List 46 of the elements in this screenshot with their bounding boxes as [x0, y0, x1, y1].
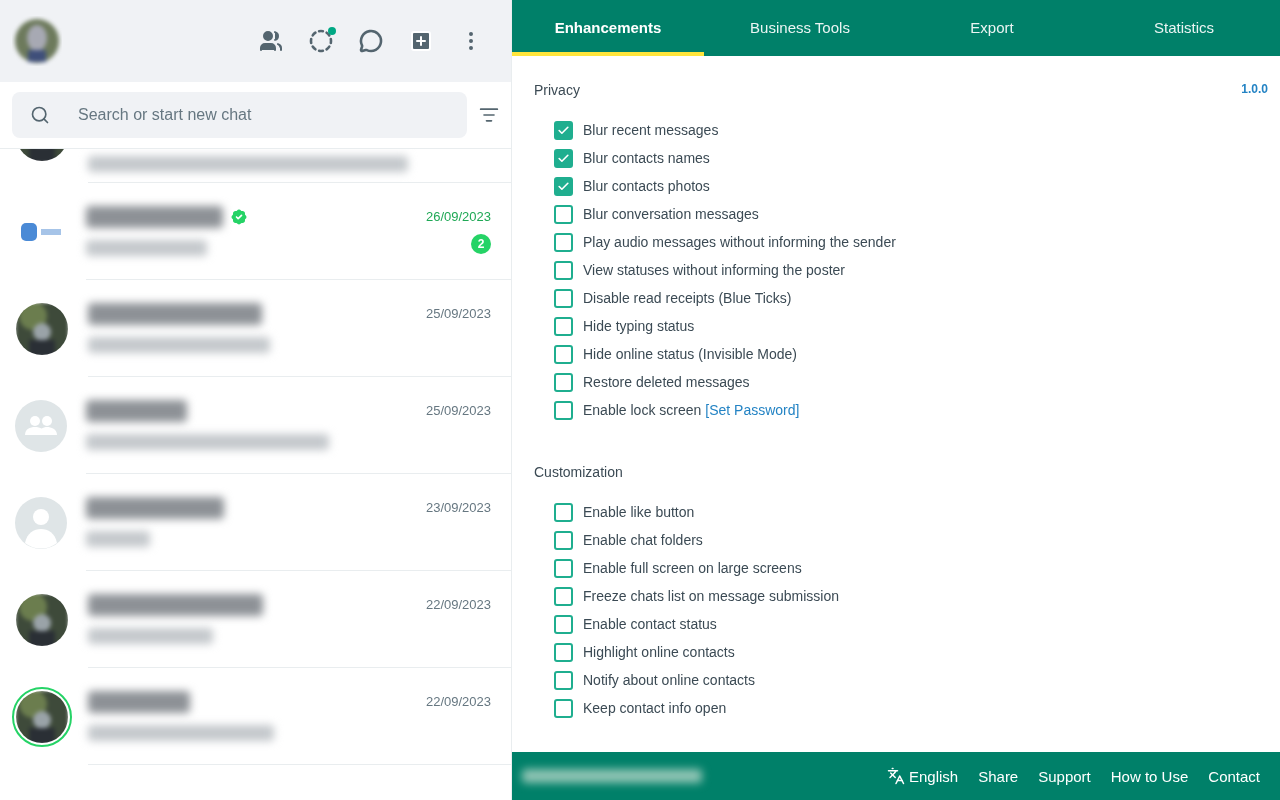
option-label: Blur contacts photos [583, 178, 710, 194]
tab[interactable]: Enhancements [512, 0, 704, 56]
chat-date: 22/09/2023 [425, 694, 491, 709]
option-label: Hide typing status [583, 318, 695, 334]
footer-link[interactable]: Share [978, 767, 1019, 785]
section-title: Customization [534, 464, 623, 480]
chat-list-item[interactable]: 22/09/2023 [0, 668, 511, 765]
chat-date: 22/09/2023 [425, 597, 491, 612]
option-label: Enable like button [583, 504, 695, 520]
option-label: Enable lock screen [Set Password] [583, 402, 800, 418]
language-link[interactable]: English [887, 767, 959, 785]
option-label: Blur contacts names [583, 150, 710, 166]
chat-list-item[interactable]: 26/09/2023 2 [0, 183, 511, 280]
unread-count: 2 [471, 234, 491, 254]
option-label: Keep contact info open [583, 700, 727, 716]
option-label: Hide online status (Invisible Mode) [583, 346, 797, 362]
chat-list-item[interactable]: 23/09/2023 [0, 474, 511, 571]
chat-date: 25/09/2023 [425, 403, 491, 418]
section-title: Privacy [534, 82, 580, 98]
option-label: View statuses without informing the poster [583, 262, 845, 278]
footer-link[interactable]: Contact [1208, 767, 1260, 785]
search-field[interactable]: Search or start new chat [12, 92, 467, 138]
version-label: 1.0.0 [1241, 82, 1268, 96]
chat-list-item[interactable]: 25/09/2023 [0, 280, 511, 377]
footer-link[interactable]: Support [1038, 767, 1091, 785]
footer-link[interactable]: How to Use [1110, 767, 1189, 785]
chat-date: 23/09/2023 [425, 500, 491, 515]
option-label: Play audio messages without informing the sender [583, 234, 896, 250]
set-password-link[interactable]: [Set Password] [705, 402, 800, 418]
option-label: Disable read receipts (Blue Ticks) [583, 290, 792, 306]
chat-date: 25/09/2023 [425, 306, 491, 321]
option-label: Blur recent messages [583, 122, 719, 138]
option-label: Enable full screen on large screens [583, 560, 802, 576]
option-label: Blur conversation messages [583, 206, 759, 222]
option-label: Freeze chats list on message submission [583, 588, 839, 604]
chat-list-item[interactable]: 22/09/2023 [0, 571, 511, 668]
tab[interactable]: Business Tools [704, 0, 896, 56]
tab[interactable]: Export [896, 0, 1088, 56]
option-label: Enable contact status [583, 616, 717, 632]
option-label: Notify about online contacts [583, 672, 755, 688]
option-label: Enable chat folders [583, 532, 703, 548]
tab[interactable]: Statistics [1088, 0, 1280, 56]
chat-list-item[interactable]: 25/09/2023 [0, 377, 511, 474]
chat-date: 26/09/2023 [425, 209, 491, 224]
option-label: Restore deleted messages [583, 374, 750, 390]
option-label: Highlight online contacts [583, 644, 735, 660]
